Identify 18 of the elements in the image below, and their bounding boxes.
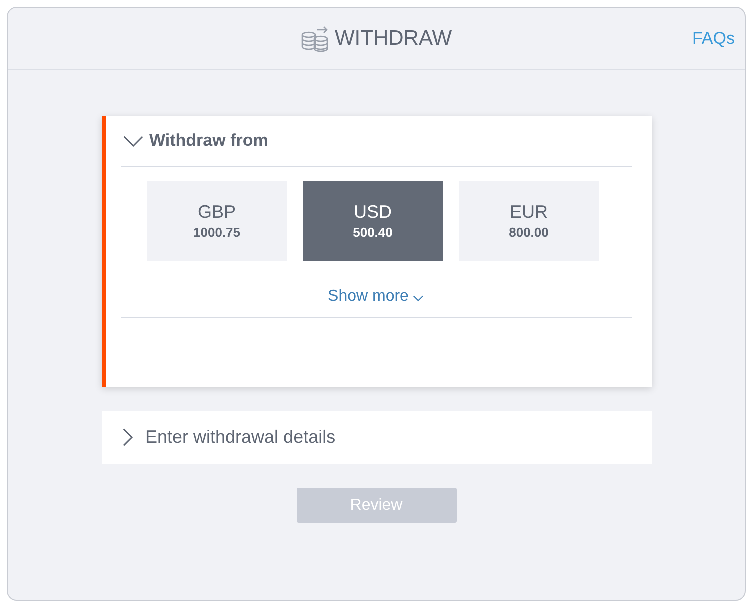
account-tile[interactable]: EUR 800.00 [459,181,599,261]
account-tile[interactable]: GBP 1000.75 [147,181,287,261]
currency-code: USD [354,202,392,223]
faqs-link[interactable]: FAQs [692,28,735,48]
chevron-down-icon [122,136,144,146]
show-more-link[interactable]: Show more [328,288,424,306]
page-title: WITHDRAW [334,26,452,50]
section-header[interactable]: Withdraw from [120,116,632,166]
caret-down-icon [412,295,424,302]
account-balance: 1000.75 [194,225,240,240]
section-header[interactable]: Enter withdrawal details [122,411,632,464]
account-tile[interactable]: USD 500.40 [303,181,443,261]
currency-code: EUR [510,202,548,223]
coin-stack-icon [300,24,329,52]
account-balance: 800.00 [509,225,549,240]
chevron-right-icon [122,428,132,447]
currency-code: GBP [198,202,236,223]
account-balance: 500.40 [353,225,393,240]
